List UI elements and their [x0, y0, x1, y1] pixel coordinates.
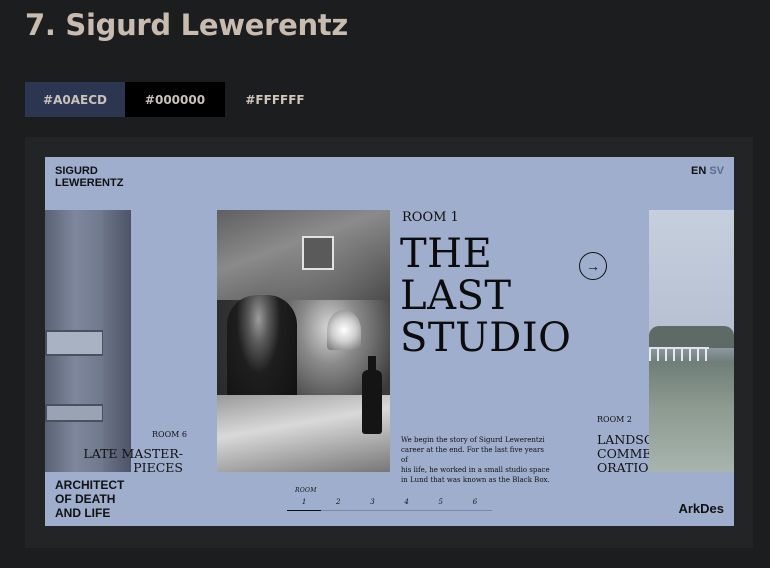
tagline-line: OF DEATH [55, 492, 116, 506]
studio-photo [217, 210, 390, 472]
next-arrow-button[interactable]: → [579, 252, 607, 280]
pager-room-5[interactable]: 5 [423, 498, 458, 511]
swatch-000000[interactable]: #000000 [125, 82, 225, 117]
pager-room-3[interactable]: 3 [355, 498, 390, 511]
bottle-shape [362, 356, 382, 434]
pager-label: ROOM [295, 487, 317, 494]
pager-room-4[interactable]: 4 [389, 498, 424, 511]
room6-title-line: PIECES [133, 460, 183, 475]
pager-room-2[interactable]: 2 [321, 498, 356, 511]
title-line: STUDIO [400, 315, 572, 361]
desc-line: his life, he worked in a small studio sp… [401, 466, 550, 474]
desc-line: We begin the story of Sigurd Lewerentzi [401, 436, 545, 444]
window-shape [45, 330, 104, 356]
architect-tagline: ARCHITECT OF DEATH AND LIFE [55, 478, 124, 520]
lang-sv[interactable]: SV [709, 165, 724, 177]
room6-photo[interactable] [45, 210, 131, 472]
title-line: LAST [400, 273, 512, 319]
brand-line: SIGURD [55, 165, 98, 177]
brand-line: LEWERENTZ [55, 177, 124, 189]
desc-line: in Lund that was known as the Black Box. [401, 476, 550, 484]
pager-room-6[interactable]: 6 [457, 498, 493, 511]
brand-logo[interactable]: SIGURD LEWERENTZ [55, 165, 123, 189]
swatch-ffffff[interactable]: #FFFFFF [225, 82, 325, 117]
trees-shape [649, 326, 734, 348]
room2-label: ROOM 2 [597, 415, 632, 424]
colonnade-shape [649, 347, 709, 361]
tagline-line: ARCHITECT [55, 478, 125, 492]
room6-label: ROOM 6 [152, 430, 187, 439]
pager-room-1[interactable]: 1 [287, 498, 322, 511]
room6-title-line: LATE MASTER- [83, 446, 183, 461]
language-switcher: EN SV [691, 165, 724, 177]
lang-en[interactable]: EN [691, 165, 706, 177]
pager-items: 1 2 3 4 5 6 [287, 498, 493, 511]
page-title: 7. Sigurd Lewerentz [25, 8, 348, 42]
wall-shape [103, 210, 131, 472]
room1-label: ROOM 1 [402, 210, 459, 225]
picture-frame-shape [302, 236, 334, 270]
room2-photo[interactable] [649, 210, 734, 472]
swatch-a0aecd[interactable]: #A0AECD [25, 82, 125, 117]
arrow-right-icon: → [586, 258, 600, 274]
desc-line: career at the end. For the last five yea… [401, 446, 544, 464]
room1-description: We begin the story of Sigurd Lewerentzi … [401, 435, 551, 485]
website-preview: SIGURD LEWERENTZ EN SV ROOM 6 LATE MASTER… [45, 157, 734, 526]
lamp-shape [327, 310, 361, 350]
room6-title[interactable]: LATE MASTER- PIECES [75, 447, 183, 475]
arkdes-logo[interactable]: ArkDes [678, 501, 724, 516]
window-shape [45, 404, 104, 422]
tagline-line: AND LIFE [55, 506, 111, 520]
color-palette: #A0AECD #000000 #FFFFFF [25, 82, 325, 117]
